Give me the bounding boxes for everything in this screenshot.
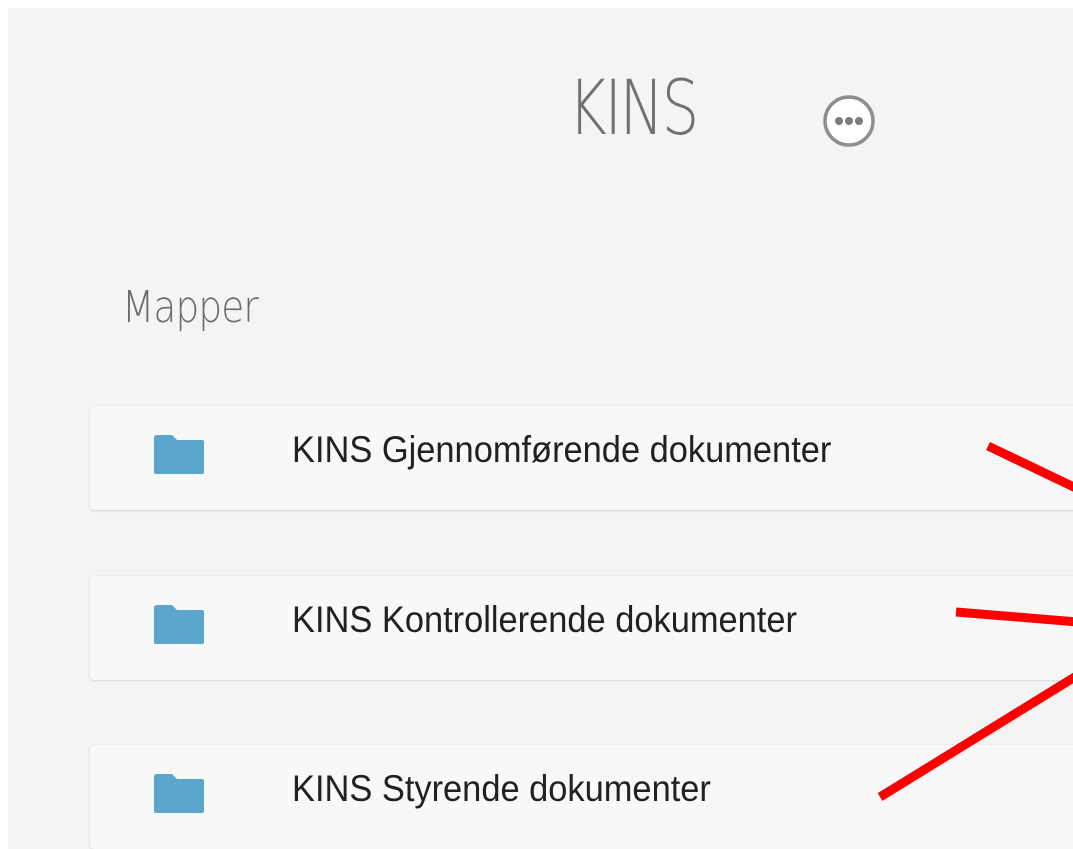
folder-name: KINS Kontrollerende dokumenter	[292, 599, 797, 640]
folder-item-gjennomforende[interactable]: KINS Gjennomførende dokumenter	[90, 406, 1073, 510]
page-title: KINS	[568, 63, 699, 152]
folders-heading: Mapper	[122, 282, 259, 333]
more-horizontal-circle-icon	[823, 95, 875, 147]
more-options-button[interactable]	[820, 94, 880, 154]
folder-item-styrende[interactable]: KINS Styrende dokumenter	[90, 745, 1073, 849]
page: KINS Mapper KINS Gjennomførende dokument…	[8, 8, 1073, 849]
folder-icon	[154, 605, 204, 644]
folder-name: KINS Gjennomførende dokumenter	[292, 429, 832, 470]
folder-icon	[154, 435, 204, 474]
folder-icon	[154, 774, 204, 813]
folder-item-kontrollerende[interactable]: KINS Kontrollerende dokumenter	[90, 576, 1073, 680]
folder-name: KINS Styrende dokumenter	[292, 768, 711, 809]
